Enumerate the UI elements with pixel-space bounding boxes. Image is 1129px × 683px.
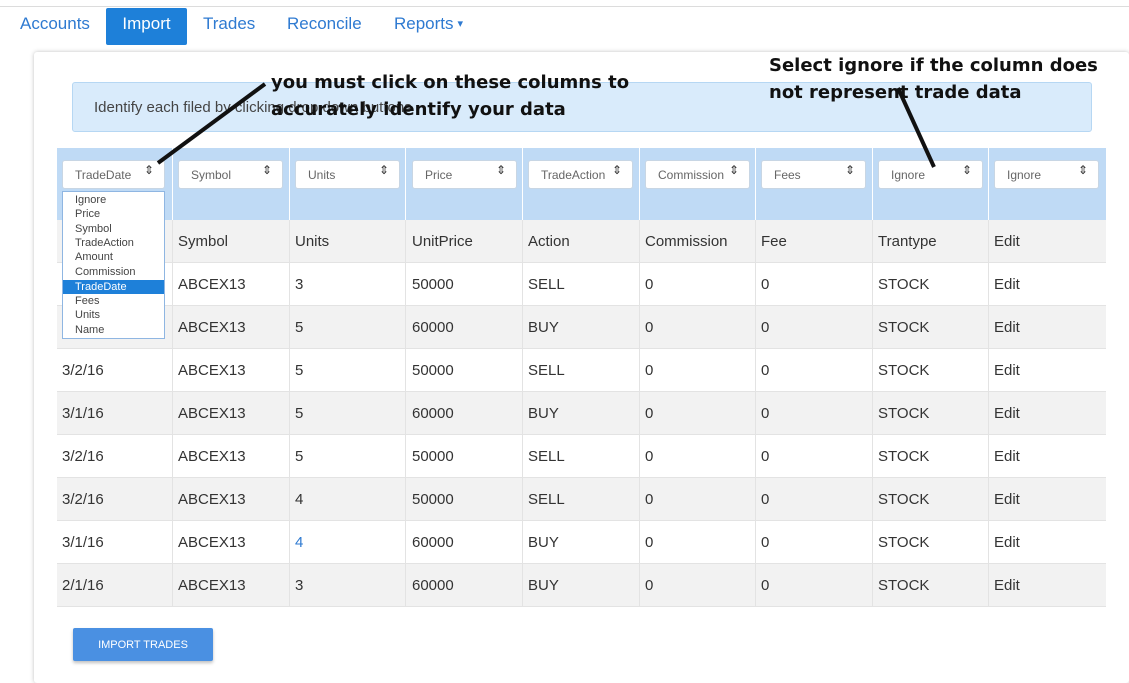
annotation-right-line1: Select ignore if the column does [769,55,1098,76]
annotation-arrow-left [156,82,267,165]
annotation-left-line2: accurately identify your data [271,99,566,120]
annotation-right-line2: not represent trade data [769,82,1022,103]
annotation-left: you must click on these columns to accur… [271,69,629,123]
annotation-left-line1: you must click on these columns to [271,72,630,93]
annotation-right: Select ignore if the column does not rep… [769,52,1098,106]
